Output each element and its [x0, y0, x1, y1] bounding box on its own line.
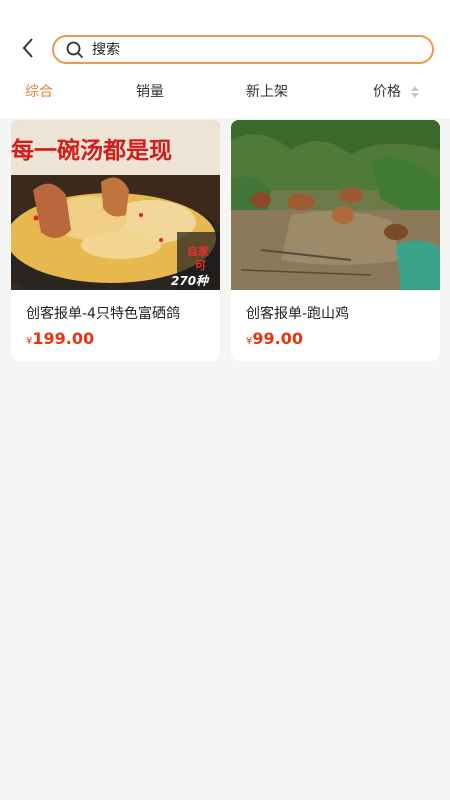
status-bar — [0, 0, 450, 28]
tab-label: 综合 — [25, 84, 53, 100]
chevron-left-icon — [21, 37, 35, 63]
top-bar: 综合 销量 新上架 价格 — [0, 0, 450, 118]
tab-new-arrivals[interactable]: 新上架 — [246, 78, 288, 106]
product-price: ¥199.00 — [26, 329, 94, 348]
tab-price[interactable]: 价格 — [373, 78, 420, 106]
back-button[interactable] — [14, 36, 42, 64]
price-value: 99.00 — [252, 329, 303, 348]
product-title: 创客报单-跑山鸡 — [246, 306, 350, 322]
tab-label: 销量 — [136, 84, 164, 100]
price-value: 199.00 — [32, 329, 95, 348]
product-image-pigeon-soup: 每一碗汤都是现 自家 可 270种 — [11, 120, 220, 290]
product-card[interactable]: 创客报单-跑山鸡 ¥99.00 — [231, 120, 440, 361]
image-headline: 每一碗汤都是现 — [11, 137, 172, 164]
image-caption-2: 可 — [195, 259, 206, 272]
search-icon — [66, 41, 84, 59]
tab-comprehensive[interactable]: 综合 — [25, 78, 53, 106]
tab-label: 价格 — [373, 84, 401, 100]
tab-label: 新上架 — [246, 84, 288, 100]
image-caption-3: 270种 — [171, 274, 210, 288]
sort-tabs: 综合 销量 新上架 价格 — [0, 78, 450, 106]
tab-sales[interactable]: 销量 — [136, 78, 164, 106]
search-box[interactable] — [52, 35, 434, 64]
product-card[interactable]: 每一碗汤都是现 自家 可 270种 创客报单-4只特色富硒鸽 ¥199.00 — [11, 120, 220, 361]
search-input[interactable] — [90, 40, 394, 59]
product-image-free-range-chicken — [231, 120, 440, 290]
image-caption-1: 自家 — [187, 244, 210, 258]
sort-arrows-icon — [411, 86, 420, 98]
product-price: ¥99.00 — [246, 329, 303, 348]
product-title: 创客报单-4只特色富硒鸽 — [26, 306, 180, 322]
